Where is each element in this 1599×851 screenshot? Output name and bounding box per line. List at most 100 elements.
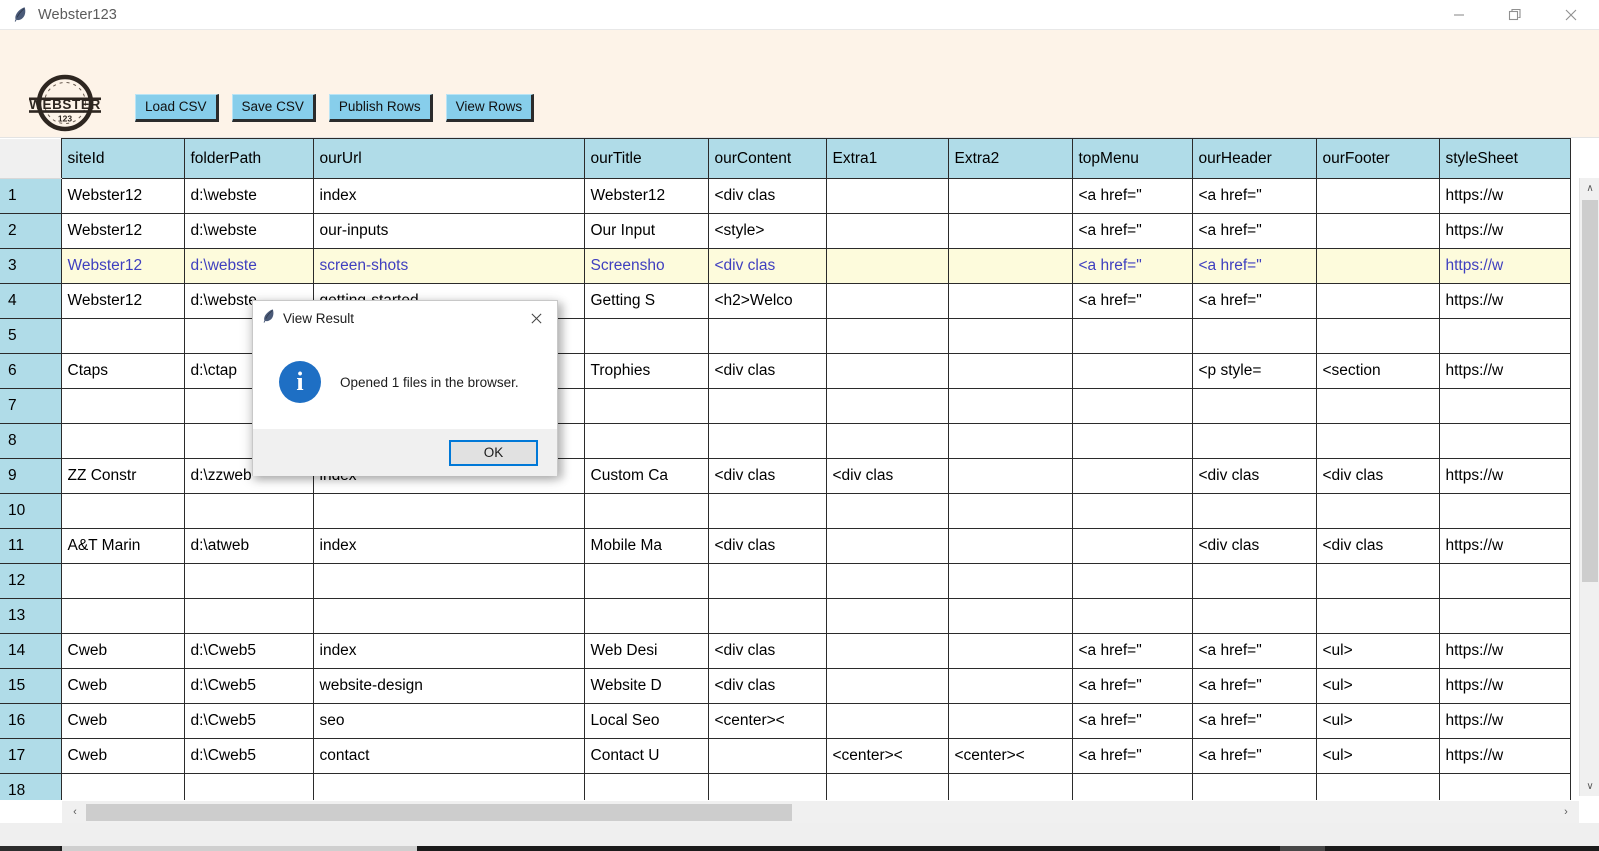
grid-cell[interactable]: index — [312, 178, 585, 214]
grid-cell[interactable] — [707, 773, 827, 800]
grid-cell[interactable]: Ctaps — [60, 353, 185, 389]
grid-cell[interactable] — [1071, 318, 1193, 354]
grid-cell[interactable] — [947, 353, 1073, 389]
grid-cell[interactable]: <ul> — [1315, 633, 1440, 669]
table-row[interactable]: 10 — [0, 493, 1571, 529]
grid-cell[interactable]: A&T Marin — [60, 528, 185, 564]
grid-cell[interactable]: <div clas — [1315, 458, 1440, 494]
grid-cell[interactable]: Cweb — [60, 668, 185, 704]
grid-cell[interactable]: <div clas — [1315, 528, 1440, 564]
grid-cell[interactable]: Cweb — [60, 738, 185, 774]
grid-cell[interactable] — [707, 598, 827, 634]
table-row[interactable]: 11 A&T Marin d:\atweb index Mobile Ma <div cl… — [0, 528, 1571, 564]
grid-cell[interactable] — [312, 563, 585, 599]
grid-cell[interactable]: <a href=" — [1071, 283, 1193, 319]
row-header-cell[interactable]: 8 — [0, 423, 62, 459]
grid-cell[interactable] — [825, 248, 949, 284]
row-header-cell[interactable]: 4 — [0, 283, 62, 319]
horizontal-scrollbar[interactable]: ‹ › — [62, 801, 1579, 823]
grid-cell[interactable]: https://w — [1438, 633, 1571, 669]
grid-cell[interactable] — [1315, 213, 1440, 249]
row-header-cell[interactable]: 9 — [0, 458, 62, 494]
grid-cell[interactable] — [1315, 248, 1440, 284]
grid-cell[interactable] — [947, 388, 1073, 424]
grid-cell[interactable] — [825, 563, 949, 599]
grid-cell[interactable]: website-design — [312, 668, 585, 704]
grid-cell[interactable]: <a href=" — [1191, 283, 1317, 319]
grid-cell[interactable]: d:\atweb — [183, 528, 314, 564]
grid-cell[interactable]: index — [312, 633, 585, 669]
grid-cell[interactable] — [1315, 423, 1440, 459]
publish-rows-button[interactable]: Publish Rows — [328, 94, 433, 122]
view-rows-button[interactable]: View Rows — [445, 94, 535, 122]
maximize-button[interactable] — [1487, 0, 1543, 30]
grid-cell[interactable]: <a href=" — [1191, 668, 1317, 704]
grid-cell[interactable] — [183, 598, 314, 634]
grid-cell[interactable] — [947, 318, 1073, 354]
grid-cell[interactable] — [583, 563, 709, 599]
grid-cell[interactable]: <a href=" — [1191, 248, 1317, 284]
grid-cell[interactable] — [947, 773, 1073, 800]
table-row[interactable]: 13 — [0, 598, 1571, 634]
row-header-cell[interactable]: 14 — [0, 633, 62, 669]
grid-cell[interactable] — [947, 668, 1073, 704]
grid-cell[interactable]: <ul> — [1315, 703, 1440, 739]
table-row[interactable]: 12 — [0, 563, 1571, 599]
grid-cell[interactable] — [1191, 388, 1317, 424]
grid-cell[interactable] — [1315, 598, 1440, 634]
table-row[interactable]: 4Webster12d:\webstegetting-startedGettin… — [0, 283, 1571, 319]
grid-cell[interactable]: https://w — [1438, 668, 1571, 704]
row-header-cell[interactable]: 13 — [0, 598, 62, 634]
grid-cell[interactable]: <div clas — [707, 633, 827, 669]
grid-cell[interactable] — [1438, 318, 1571, 354]
grid-cell[interactable] — [60, 493, 185, 529]
row-header-cell[interactable]: 7 — [0, 388, 62, 424]
grid-cell[interactable]: <div clas — [707, 528, 827, 564]
table-row[interactable]: 18 — [0, 773, 1571, 800]
grid-cell[interactable]: d:\webste — [183, 248, 314, 284]
grid-cell[interactable]: <div clas — [707, 458, 827, 494]
grid-cell[interactable] — [1071, 598, 1193, 634]
row-header-cell[interactable]: 12 — [0, 563, 62, 599]
grid-cell[interactable]: d:\Cweb5 — [183, 633, 314, 669]
grid-cell[interactable] — [707, 423, 827, 459]
grid-cell[interactable] — [312, 598, 585, 634]
data-grid-container[interactable]: siteId folderPath ourUrl ourTitle ourCon… — [0, 138, 1599, 800]
grid-cell[interactable]: https://w — [1438, 283, 1571, 319]
grid-cell[interactable] — [825, 283, 949, 319]
grid-cell[interactable] — [947, 248, 1073, 284]
table-row[interactable]: 5 — [0, 318, 1571, 354]
grid-cell[interactable] — [183, 773, 314, 800]
grid-cell[interactable]: <section — [1315, 353, 1440, 389]
grid-cell[interactable]: d:\Cweb5 — [183, 703, 314, 739]
grid-cell[interactable] — [707, 493, 827, 529]
column-header-topmenu[interactable]: topMenu — [1071, 138, 1193, 179]
table-row[interactable]: 15 Cweb d:\Cweb5 website-design Website D <di… — [0, 668, 1571, 704]
grid-cell[interactable] — [825, 668, 949, 704]
grid-cell[interactable]: d:\Cweb5 — [183, 738, 314, 774]
table-row[interactable]: 2 Webster12 d:\webste our-inputs Our Input <s… — [0, 213, 1571, 249]
grid-cell[interactable] — [60, 423, 185, 459]
grid-cell[interactable]: <ul> — [1315, 668, 1440, 704]
grid-cell[interactable] — [1191, 773, 1317, 800]
row-header-cell[interactable]: 6 — [0, 353, 62, 389]
grid-cell[interactable] — [60, 563, 185, 599]
grid-cell[interactable] — [583, 388, 709, 424]
column-header-siteid[interactable]: siteId — [60, 138, 185, 179]
grid-cell[interactable]: <div clas — [707, 353, 827, 389]
grid-cell[interactable] — [1315, 178, 1440, 214]
grid-cell[interactable] — [947, 633, 1073, 669]
grid-cell[interactable] — [1438, 423, 1571, 459]
grid-cell[interactable]: Webster12 — [60, 283, 185, 319]
grid-cell[interactable]: Webster12 — [60, 248, 185, 284]
table-row[interactable]: 14 Cweb d:\Cweb5 index Web Desi <div clas <a h… — [0, 633, 1571, 669]
grid-cell[interactable]: https://w — [1438, 458, 1571, 494]
grid-cell[interactable] — [1315, 563, 1440, 599]
grid-cell[interactable]: Webster12 — [60, 213, 185, 249]
grid-cell[interactable]: screen-shots — [312, 248, 585, 284]
grid-cell[interactable] — [947, 283, 1073, 319]
grid-cell[interactable]: https://w — [1438, 738, 1571, 774]
table-row[interactable]: 6 Ctaps d:\ctap Trophies <div clas <p style= <… — [0, 353, 1571, 389]
row-header-cell[interactable]: 17 — [0, 738, 62, 774]
grid-cell[interactable]: <div clas — [825, 458, 949, 494]
